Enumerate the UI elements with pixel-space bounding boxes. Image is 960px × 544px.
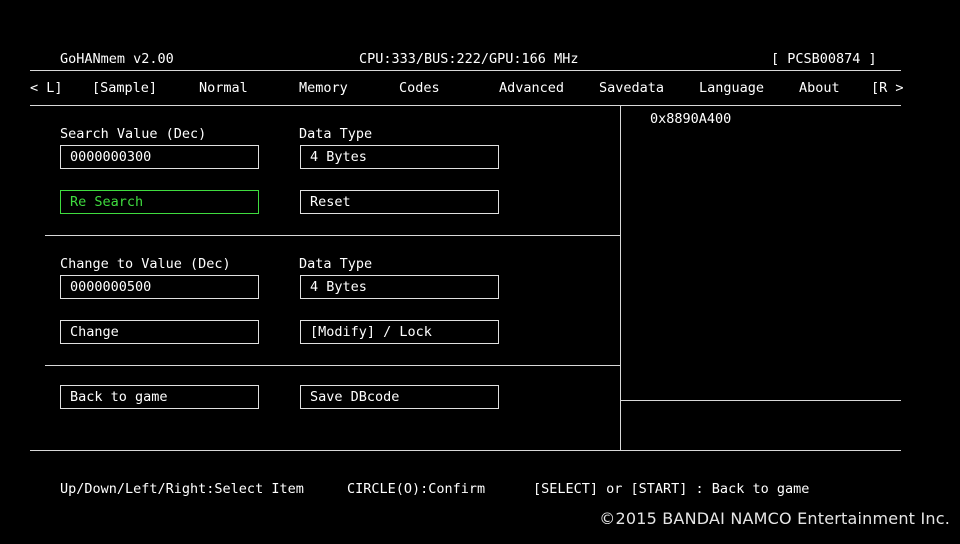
tabs-divider	[30, 105, 901, 106]
footer-divider	[30, 450, 901, 451]
tab-about[interactable]: About	[799, 80, 840, 96]
header-divider	[30, 70, 901, 71]
modify-lock-toggle[interactable]: [Modify] / Lock	[300, 320, 499, 344]
search-divider	[45, 235, 620, 236]
copyright-notice: ©2015 BANDAI NAMCO Entertainment Inc.	[599, 509, 950, 528]
tab-codes[interactable]: Codes	[399, 80, 440, 96]
save-dbcode-button[interactable]: Save DBcode	[300, 385, 499, 409]
tab-sample[interactable]: [Sample]	[92, 80, 157, 96]
results-panel-border	[620, 105, 621, 450]
hint-back: [SELECT] or [START] : Back to game	[533, 481, 810, 497]
tab-next-r[interactable]: [R >	[871, 80, 904, 96]
clock-info: CPU:333/BUS:222/GPU:166 MHz	[359, 51, 579, 67]
tab-prev-l[interactable]: < L]	[30, 80, 63, 96]
search-type-select[interactable]: 4 Bytes	[300, 145, 499, 169]
tab-memory[interactable]: Memory	[299, 80, 348, 96]
game-id: [ PCSB00874 ]	[771, 51, 877, 67]
change-button[interactable]: Change	[60, 320, 259, 344]
back-to-game-button[interactable]: Back to game	[60, 385, 259, 409]
tab-savedata[interactable]: Savedata	[599, 80, 664, 96]
change-type-select[interactable]: 4 Bytes	[300, 275, 499, 299]
change-divider	[45, 365, 620, 366]
tab-normal[interactable]: Normal	[199, 80, 248, 96]
re-search-button[interactable]: Re Search	[60, 190, 259, 214]
result-address[interactable]: 0x8890A400	[650, 111, 731, 127]
search-value-label: Search Value (Dec)	[60, 126, 207, 142]
change-value-field[interactable]: 0000000500	[60, 275, 259, 299]
reset-button[interactable]: Reset	[300, 190, 499, 214]
change-type-label: Data Type	[299, 256, 373, 272]
hint-confirm: CIRCLE(O):Confirm	[347, 481, 486, 497]
hint-navigation: Up/Down/Left/Right:Select Item	[60, 481, 304, 497]
search-value-field[interactable]: 0000000300	[60, 145, 259, 169]
change-value-label: Change to Value (Dec)	[60, 256, 231, 272]
search-type-label: Data Type	[299, 126, 373, 142]
app-title: GoHANmem v2.00	[60, 51, 174, 67]
results-divider	[620, 400, 901, 401]
tab-language[interactable]: Language	[699, 80, 764, 96]
tab-advanced[interactable]: Advanced	[499, 80, 564, 96]
